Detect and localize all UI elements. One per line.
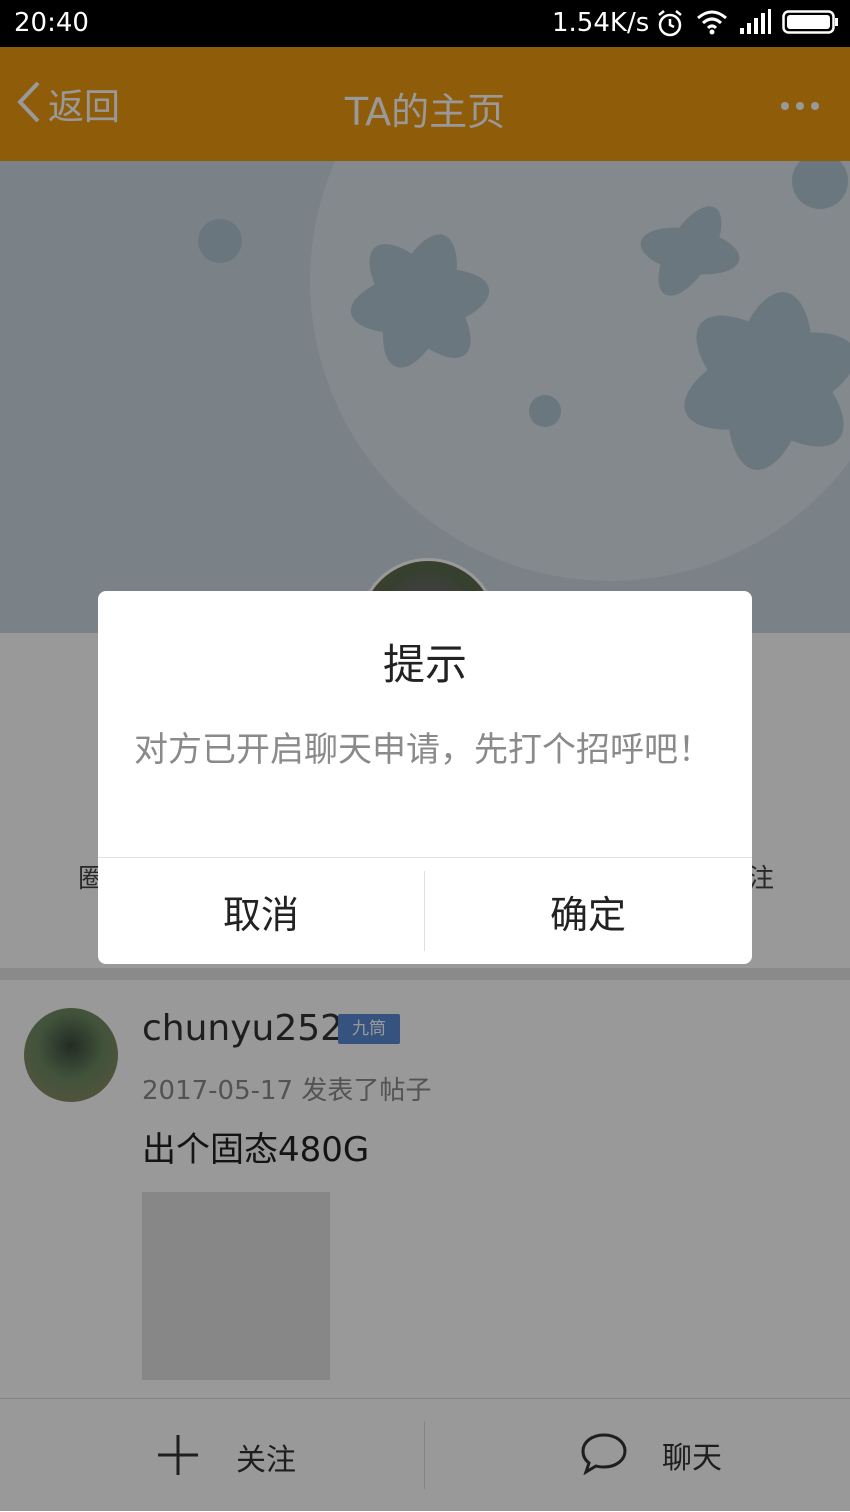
dialog-message: 对方已开启聊天申请，先打个招呼吧！ xyxy=(134,730,712,770)
confirm-button[interactable]: 确定 xyxy=(425,858,751,964)
network-speed: 1.54K/s xyxy=(552,8,650,38)
status-time: 20:40 xyxy=(14,8,89,38)
wifi-icon xyxy=(696,8,728,43)
alarm-icon xyxy=(656,8,684,45)
alert-dialog: 提示 对方已开启聊天申请，先打个招呼吧！ 取消 确定 xyxy=(98,591,752,964)
battery-icon xyxy=(782,8,840,43)
status-bar: 20:40 1.54K/s xyxy=(0,0,850,47)
dialog-title: 提示 xyxy=(382,640,467,689)
cancel-button[interactable]: 取消 xyxy=(98,858,424,964)
signal-icon xyxy=(738,8,772,43)
